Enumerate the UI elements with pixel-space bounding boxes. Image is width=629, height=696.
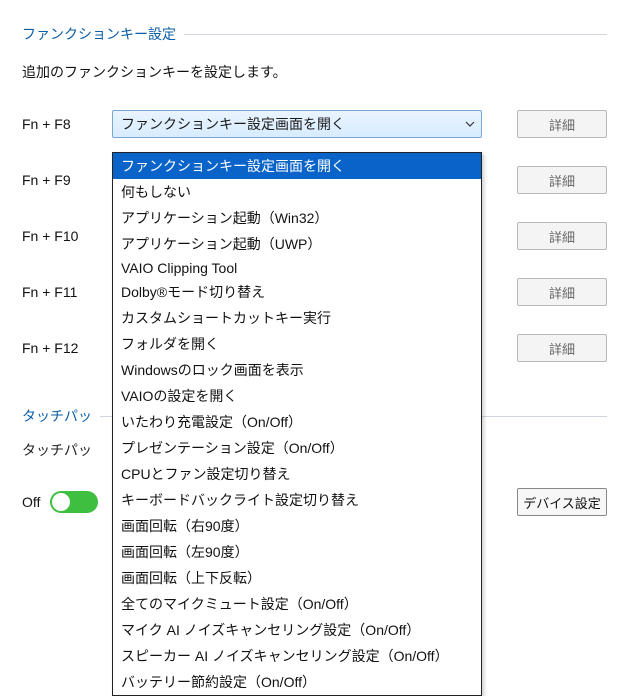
fn-label: Fn + F11	[22, 284, 102, 300]
dropdown-option[interactable]: 画面回転（右90度）	[113, 513, 481, 539]
dropdown-option[interactable]: CPUとファン設定切り替え	[113, 461, 481, 487]
section-divider	[184, 34, 607, 35]
dropdown-option[interactable]: ファンクションキー設定画面を開く	[113, 153, 481, 179]
detail-button[interactable]: 詳細	[517, 334, 607, 362]
dropdown-option[interactable]: Windowsのロック画面を表示	[113, 357, 481, 383]
fn-action-combobox[interactable]: ファンクションキー設定画面を開く	[112, 110, 482, 138]
detail-button[interactable]: 詳細	[517, 110, 607, 138]
dropdown-option[interactable]: VAIOの設定を開く	[113, 383, 481, 409]
dropdown-option[interactable]: マイク AI ノイズキャンセリング設定（On/Off）	[113, 617, 481, 643]
dropdown-option[interactable]: 画面回転（左90度）	[113, 539, 481, 565]
fn-row-f8: Fn + F8 ファンクションキー設定画面を開く 詳細	[22, 110, 607, 138]
detail-button[interactable]: 詳細	[517, 222, 607, 250]
dropdown-option[interactable]: VAIO Clipping Tool	[113, 257, 481, 279]
toggle-state-label: Off	[22, 494, 40, 510]
dropdown-option[interactable]: アプリケーション起動（Win32）	[113, 205, 481, 231]
dropdown-option[interactable]: バッテリー節約設定（On/Off）	[113, 669, 481, 695]
touchpad-toggle[interactable]	[50, 491, 98, 513]
section-title: ファンクションキー設定	[22, 24, 176, 44]
dropdown-option[interactable]: いたわり充電設定（On/Off）	[113, 409, 481, 435]
dropdown-option[interactable]: 全てのマイクミュート設定（On/Off）	[113, 591, 481, 617]
fn-label: Fn + F9	[22, 172, 102, 188]
dropdown-option[interactable]: カスタムショートカットキー実行	[113, 305, 481, 331]
dropdown-option[interactable]: アプリケーション起動（UWP）	[113, 231, 481, 257]
detail-button[interactable]: 詳細	[517, 166, 607, 194]
dropdown-option[interactable]: キーボードバックライト設定切り替え	[113, 487, 481, 513]
dropdown-option[interactable]: 画面回転（上下反転）	[113, 565, 481, 591]
settings-page: ファンクションキー設定 追加のファンクションキーを設定します。 Fn + F8 …	[0, 0, 629, 683]
dropdown-option[interactable]: フォルダを開く	[113, 331, 481, 357]
device-settings-button[interactable]: デバイス設定	[517, 488, 607, 516]
dropdown-option[interactable]: 何もしない	[113, 179, 481, 205]
section-description: 追加のファンクションキーを設定します。	[22, 62, 607, 82]
dropdown-option[interactable]: スピーカー AI ノイズキャンセリング設定（On/Off）	[113, 643, 481, 669]
fn-label: Fn + F10	[22, 228, 102, 244]
touchpad-section-title: タッチパッ	[22, 406, 92, 426]
fn-action-dropdown-list[interactable]: ファンクションキー設定画面を開く何もしないアプリケーション起動（Win32）アプ…	[112, 152, 482, 696]
fn-label: Fn + F12	[22, 340, 102, 356]
detail-button[interactable]: 詳細	[517, 278, 607, 306]
fn-label: Fn + F8	[22, 116, 102, 132]
chevron-down-icon	[465, 119, 475, 129]
toggle-knob	[52, 493, 70, 511]
dropdown-option[interactable]: Dolby®モード切り替え	[113, 279, 481, 305]
dropdown-option[interactable]: プレゼンテーション設定（On/Off）	[113, 435, 481, 461]
combobox-value: ファンクションキー設定画面を開く	[121, 114, 345, 134]
section-header-row: ファンクションキー設定	[22, 24, 607, 44]
